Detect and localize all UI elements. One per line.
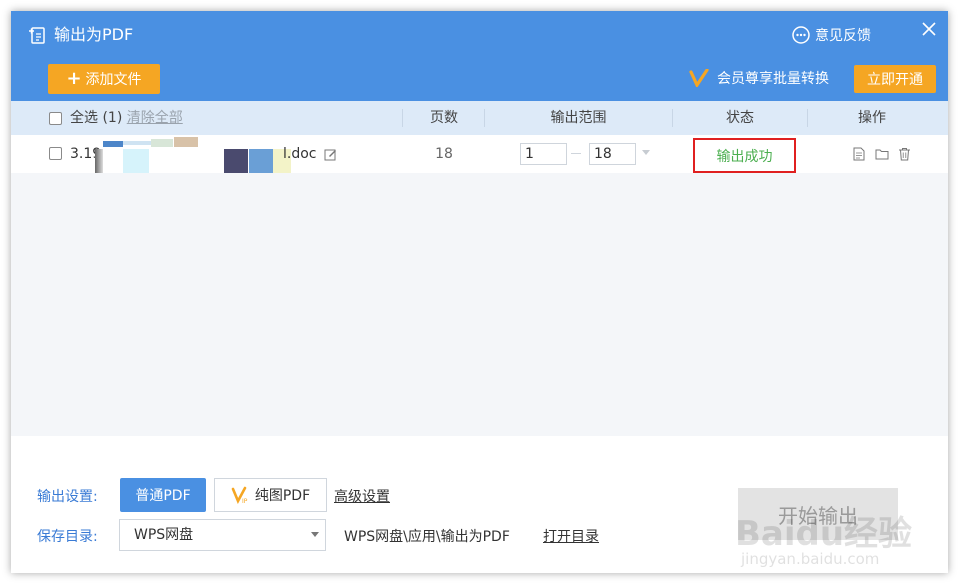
watermark-url: jingyan.baidu.com (741, 550, 880, 568)
footer-panel: 输出设置: 普通PDF IP 纯图PDF 高级设置 保存目录: WPS网盘 WP… (11, 436, 948, 573)
column-status: 状态 (726, 110, 754, 126)
vip-promo: 会员尊享批量转换 (689, 66, 829, 90)
close-icon[interactable] (919, 19, 939, 39)
select-all-label[interactable]: 全选 (1) (70, 110, 122, 126)
save-dir-label: 保存目录: (37, 529, 98, 545)
file-name-end: l.doc (283, 146, 317, 162)
folder-icon[interactable] (875, 148, 889, 160)
view-file-icon[interactable] (853, 147, 865, 161)
file-list-empty-area (11, 173, 948, 436)
column-actions: 操作 (858, 110, 886, 126)
clear-all-link[interactable]: 清除全部 (127, 110, 183, 126)
edit-icon[interactable] (324, 148, 337, 161)
advanced-settings-link[interactable]: 高级设置 (334, 486, 390, 506)
plus-icon: + (66, 68, 82, 89)
vip-badge-icon: IP (231, 486, 248, 504)
select-all-cell: 全选 (1) 清除全部 (70, 101, 183, 135)
add-file-label: 添加文件 (85, 72, 142, 88)
row-checkbox[interactable] (49, 147, 62, 160)
pdf-export-icon (29, 27, 45, 44)
chat-bubble-icon (792, 26, 810, 44)
output-settings-label: 输出设置: (37, 489, 98, 505)
open-dir-link[interactable]: 打开目录 (543, 526, 599, 546)
table-header: 全选 (1) 清除全部 页数 输出范围 状态 操作 (11, 101, 948, 135)
svg-text:IP: IP (242, 498, 248, 504)
dialog-header: 输出为PDF 意见反馈 + 添加文件 会员尊享批量转换 立即开通 (11, 11, 948, 101)
dialog-title: 输出为PDF (54, 25, 134, 44)
select-all-checkbox[interactable] (49, 112, 62, 125)
status-success-badge: 输出成功 (693, 138, 796, 173)
column-pages: 页数 (430, 110, 458, 126)
export-pdf-dialog: 输出为PDF 意见反馈 + 添加文件 会员尊享批量转换 立即开通 全选 (1) … (11, 11, 948, 573)
save-dir-value: WPS网盘 (134, 527, 194, 543)
column-range: 输出范围 (550, 110, 607, 126)
feedback-link[interactable]: 意见反馈 (791, 23, 871, 47)
watermark-logo: Baidu经验 (735, 514, 913, 554)
save-path-text: WPS网盘\应用\输出为PDF (344, 529, 510, 545)
normal-pdf-button[interactable]: 普通PDF (120, 478, 206, 512)
vip-promo-text: 会员尊享批量转换 (717, 71, 829, 87)
range-dash (571, 153, 581, 154)
table-row: 3.19 l.doc 18 1 18 (11, 135, 948, 174)
open-vip-button[interactable]: 立即开通 (854, 65, 936, 93)
vip-v-icon (689, 69, 709, 87)
range-dropdown-arrow-icon[interactable] (642, 150, 650, 155)
chevron-down-icon (311, 532, 319, 537)
page-count: 18 (435, 146, 453, 162)
image-pdf-label: 纯图PDF (254, 488, 311, 504)
trash-icon[interactable] (898, 147, 911, 161)
feedback-label: 意见反馈 (815, 28, 871, 44)
range-to-input[interactable]: 18 (589, 143, 636, 165)
image-pdf-button[interactable]: IP 纯图PDF (214, 478, 327, 512)
add-file-button[interactable]: + 添加文件 (48, 64, 160, 94)
range-from-input[interactable]: 1 (520, 143, 567, 165)
save-dir-select[interactable]: WPS网盘 (119, 519, 326, 551)
